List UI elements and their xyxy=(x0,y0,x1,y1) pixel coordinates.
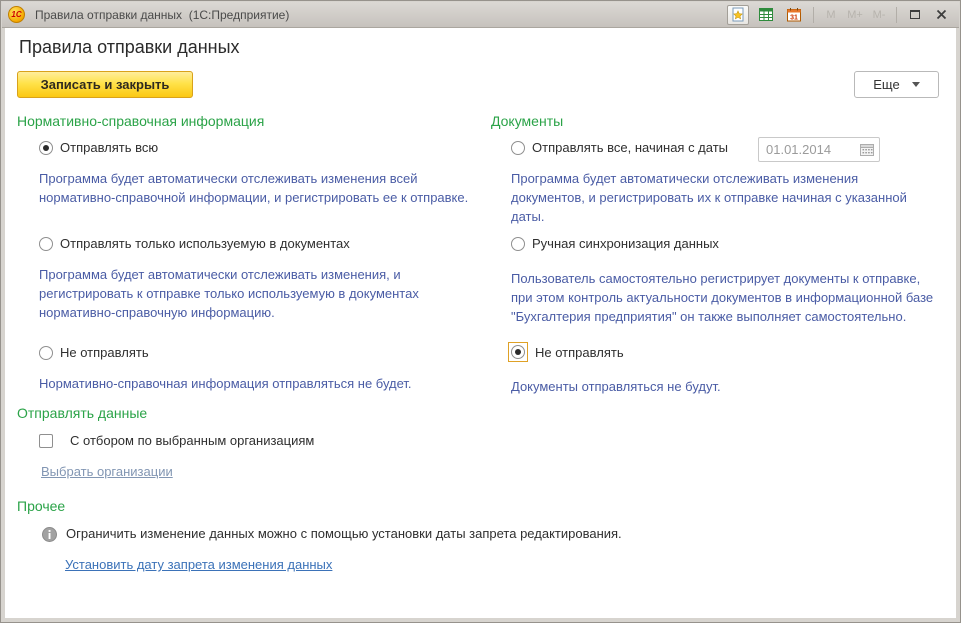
nsi-send-used-only-description: Программа будет автоматически отслеживат… xyxy=(39,265,509,322)
docs-send-all-description: Программа будет автоматически отслеживат… xyxy=(511,169,961,226)
app-window: 1С Правила отправки данных (1С:Предприят… xyxy=(0,0,961,623)
date-picker-calendar-icon[interactable] xyxy=(859,143,875,157)
titlebar-separator xyxy=(813,7,814,23)
maximize-icon xyxy=(910,10,920,19)
titlebar-buttons: 31 М М+ М- xyxy=(727,5,951,25)
radio-unchecked-icon[interactable] xyxy=(39,237,53,251)
titlebar-separator xyxy=(896,7,897,23)
radio-checked-icon[interactable] xyxy=(511,345,525,359)
titlebar: 1С Правила отправки данных (1С:Предприят… xyxy=(2,2,959,28)
favorites-document-icon[interactable] xyxy=(727,5,749,25)
radio-checked-icon[interactable] xyxy=(39,141,53,155)
memory-m-plus-button: М+ xyxy=(846,9,864,21)
radio-nsi-send-used-only[interactable]: Отправлять только используемую в докумен… xyxy=(39,236,350,251)
form-content: Правила отправки данных Записать и закры… xyxy=(5,28,956,618)
svg-text:31: 31 xyxy=(790,15,798,22)
calendar-icon[interactable]: 31 xyxy=(783,5,805,25)
radio-docs-do-not-send[interactable]: Не отправлять xyxy=(508,342,624,362)
section-heading-other: Прочее xyxy=(17,498,65,514)
radio-label: Не отправлять xyxy=(535,345,624,360)
more-button-label: Еще xyxy=(873,77,899,92)
nsi-send-all-description: Программа будет автоматически отслеживат… xyxy=(39,169,509,207)
radio-unchecked-icon[interactable] xyxy=(511,237,525,251)
radio-docs-manual-sync[interactable]: Ручная синхронизация данных xyxy=(511,236,719,251)
focus-ring xyxy=(508,342,528,362)
radio-nsi-do-not-send[interactable]: Не отправлять xyxy=(39,345,149,360)
window-title: Правила отправки данных (1С:Предприятие) xyxy=(35,8,727,22)
radio-unchecked-icon[interactable] xyxy=(511,141,525,155)
radio-unchecked-icon[interactable] xyxy=(39,346,53,360)
radio-label: Отправлять только используемую в докумен… xyxy=(60,236,350,251)
docs-do-not-send-description: Документы отправляться не будут. xyxy=(511,377,961,396)
page-title: Правила отправки данных xyxy=(19,37,240,58)
section-heading-send-data: Отправлять данные xyxy=(17,405,147,421)
restriction-info-text: Ограничить изменение данных можно с помо… xyxy=(66,526,622,541)
nsi-do-not-send-description: Нормативно-справочная информация отправл… xyxy=(39,374,509,393)
radio-label: Отправлять все, начиная с даты xyxy=(532,140,728,155)
set-restriction-date-link[interactable]: Установить дату запрета изменения данных xyxy=(65,557,332,572)
radio-label: Отправлять всю xyxy=(60,140,158,155)
maximize-button[interactable] xyxy=(905,6,925,24)
radio-nsi-send-all[interactable]: Отправлять всю xyxy=(39,140,158,155)
start-date-field[interactable]: 01.01.2014 xyxy=(758,137,880,162)
close-icon xyxy=(936,9,947,20)
checkbox-filter-by-organizations[interactable]: С отбором по выбранным организациям xyxy=(39,433,314,448)
calculator-icon[interactable] xyxy=(755,5,777,25)
radio-label: Не отправлять xyxy=(60,345,149,360)
memory-m-minus-button: М- xyxy=(870,9,888,21)
start-date-value: 01.01.2014 xyxy=(766,142,859,157)
checkbox-label: С отбором по выбранным организациям xyxy=(70,433,314,448)
section-heading-nsi: Нормативно-справочная информация xyxy=(17,113,264,129)
memory-m-button: М xyxy=(822,9,840,21)
info-icon xyxy=(42,527,57,542)
checkbox-unchecked-icon[interactable] xyxy=(39,434,53,448)
app-logo-1c-icon: 1С xyxy=(8,6,25,23)
docs-manual-sync-description: Пользователь самостоятельно регистрирует… xyxy=(511,269,961,326)
radio-label: Ручная синхронизация данных xyxy=(532,236,719,251)
select-organizations-link[interactable]: Выбрать организации xyxy=(41,464,173,479)
section-heading-documents: Документы xyxy=(491,113,563,129)
info-row: Ограничить изменение данных можно с помо… xyxy=(42,526,642,542)
radio-docs-send-all-from-date[interactable]: Отправлять все, начиная с даты xyxy=(511,140,728,155)
close-button[interactable] xyxy=(931,6,951,24)
save-and-close-button[interactable]: Записать и закрыть xyxy=(17,71,193,98)
chevron-down-icon xyxy=(912,82,920,87)
more-button[interactable]: Еще xyxy=(854,71,939,98)
